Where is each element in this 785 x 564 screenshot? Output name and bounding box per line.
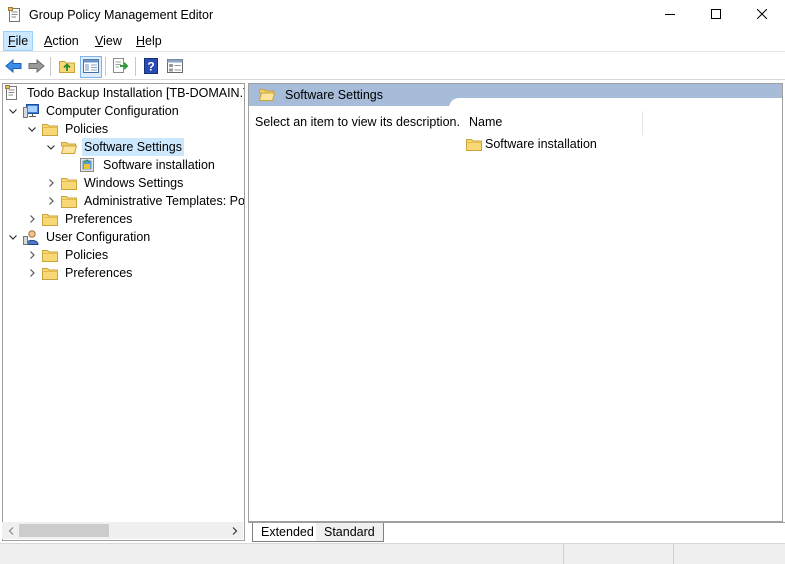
properties-button[interactable] (164, 56, 186, 78)
toolbar-separator (135, 57, 136, 76)
scroll-thumb[interactable] (19, 524, 109, 537)
chevron-down-icon[interactable] (45, 138, 57, 156)
toolbar: ? (0, 53, 785, 80)
back-button[interactable] (2, 56, 24, 78)
chevron-down-icon[interactable] (7, 102, 19, 120)
menu-help[interactable]: Help (132, 31, 166, 51)
chevron-right-icon[interactable] (26, 210, 38, 228)
folder-icon (42, 122, 59, 136)
folder-icon (42, 248, 59, 262)
open-folder-icon (61, 140, 78, 154)
maximize-icon (711, 8, 721, 22)
minimize-button[interactable] (647, 0, 693, 30)
user-icon (23, 229, 40, 245)
forward-arrow-icon (28, 58, 45, 76)
list-item[interactable]: Software installation (466, 135, 597, 153)
tab-extended[interactable]: Extended (252, 523, 323, 542)
tree-item-uc-policies[interactable]: Policies (26, 246, 110, 264)
tree-item-cc-preferences[interactable]: Preferences (26, 210, 134, 228)
view-tabs: Extended Standard (248, 522, 785, 542)
policy-document-icon (5, 85, 21, 100)
tree-item-software-settings[interactable]: Software Settings (45, 138, 184, 156)
properties-icon (167, 58, 183, 76)
tree-item-cc-policies[interactable]: Policies (26, 120, 110, 138)
chevron-right-icon[interactable] (26, 264, 38, 282)
export-list-icon (113, 58, 129, 76)
folder-icon (61, 194, 78, 208)
chevron-right-icon[interactable] (45, 174, 57, 192)
help-icon: ? (144, 57, 158, 77)
header-curve (449, 98, 782, 108)
folder-icon (42, 212, 59, 226)
chevron-right-icon[interactable] (26, 246, 38, 264)
help-button[interactable]: ? (140, 56, 162, 78)
folder-icon (42, 266, 59, 280)
forward-button[interactable] (25, 56, 47, 78)
back-arrow-icon (4, 58, 22, 76)
close-icon (756, 8, 768, 22)
toolbar-separator (105, 57, 106, 76)
maximize-button[interactable] (693, 0, 739, 30)
computer-icon (23, 104, 40, 118)
tree-item-uc-preferences[interactable]: Preferences (26, 264, 134, 282)
tree-item-user-configuration[interactable]: User Configuration (7, 228, 152, 246)
title-bar: Group Policy Management Editor (0, 0, 785, 30)
tree-item-software-installation[interactable]: Software installation (80, 156, 217, 174)
status-divider (673, 544, 674, 564)
details-pane: Software Settings Select an item to view… (248, 83, 783, 522)
scroll-right-button[interactable] (226, 522, 243, 539)
show-hide-tree-icon (83, 58, 99, 76)
scroll-left-arrow-icon (8, 524, 14, 538)
scroll-right-arrow-icon (232, 524, 238, 538)
chevron-right-icon[interactable] (45, 192, 57, 210)
status-divider (563, 544, 564, 564)
console-tree[interactable]: Todo Backup Installation [TB-DOMAIN.TB C… (2, 83, 245, 541)
column-header-name[interactable]: Name (463, 111, 643, 135)
close-button[interactable] (739, 0, 785, 30)
tree-horizontal-scrollbar[interactable] (2, 522, 243, 539)
menu-bar: File Action View Help (0, 30, 785, 52)
menu-file[interactable]: File (3, 31, 34, 51)
tree-item-windows-settings[interactable]: Windows Settings (45, 174, 185, 192)
up-folder-icon (59, 59, 75, 76)
policy-document-icon (8, 7, 22, 23)
minimize-icon (665, 8, 675, 22)
window-title: Group Policy Management Editor (29, 8, 214, 22)
tree-item-computer-configuration[interactable]: Computer Configuration (7, 102, 181, 120)
status-bar (0, 543, 785, 564)
chevron-down-icon[interactable] (7, 228, 19, 246)
up-one-level-button[interactable] (56, 56, 78, 78)
tree-item-root[interactable]: Todo Backup Installation [TB-DOMAIN.TB (5, 84, 244, 102)
scroll-left-button[interactable] (2, 522, 19, 539)
folder-icon (61, 176, 78, 190)
description-text: Select an item to view its description. (255, 115, 460, 129)
svg-text:?: ? (147, 59, 154, 73)
menu-action[interactable]: Action (40, 31, 83, 51)
software-installation-icon (80, 157, 97, 172)
tab-standard[interactable]: Standard (316, 523, 384, 542)
toolbar-separator (50, 57, 51, 76)
open-folder-icon (259, 88, 275, 104)
show-hide-console-tree-button[interactable] (80, 56, 102, 78)
folder-icon (466, 138, 482, 151)
menu-view[interactable]: View (91, 31, 126, 51)
tree-item-administrative-templates[interactable]: Administrative Templates: Poli (45, 192, 244, 210)
export-list-button[interactable] (110, 56, 132, 78)
chevron-down-icon[interactable] (26, 120, 38, 138)
